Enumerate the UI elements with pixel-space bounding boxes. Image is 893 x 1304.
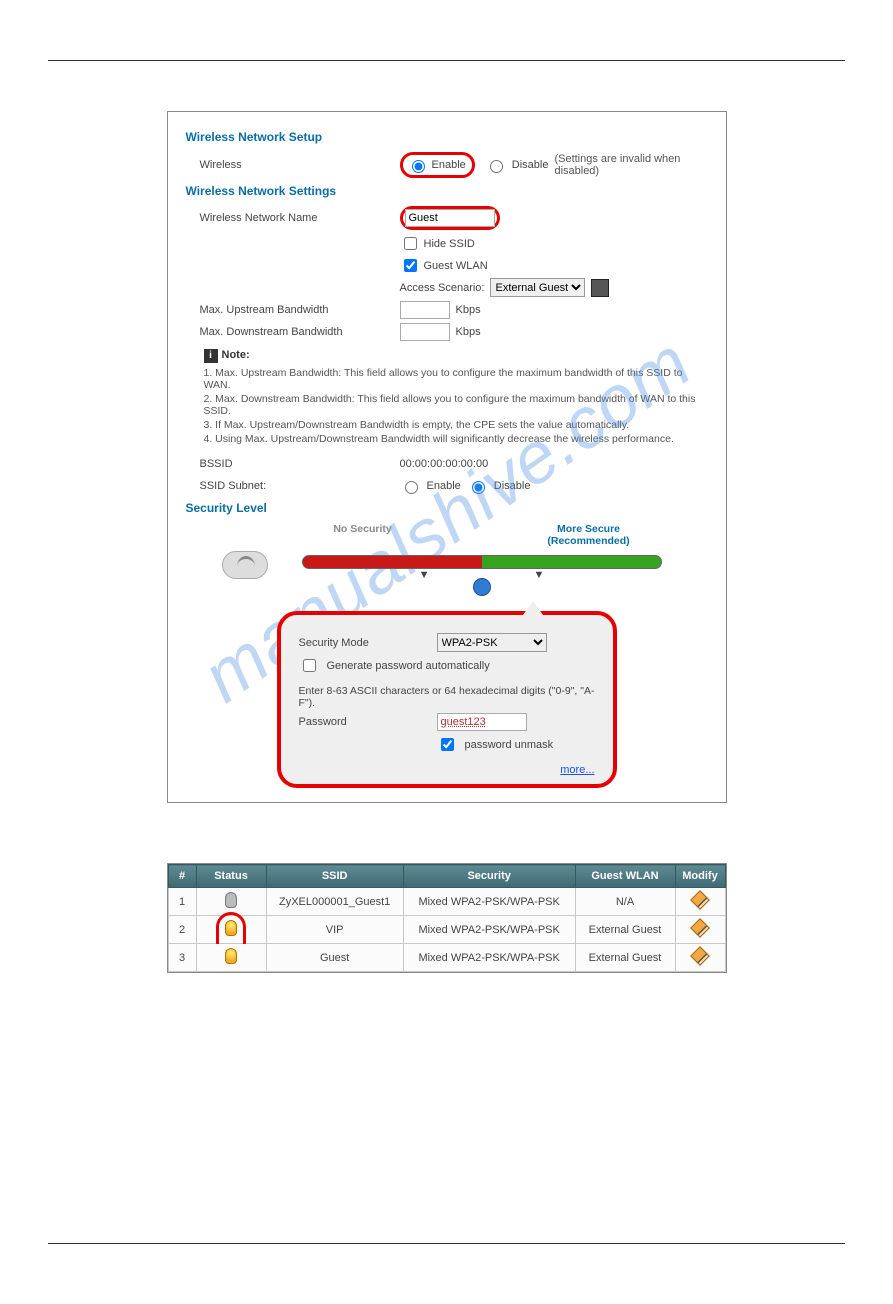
settings-title: Wireless Network Settings [186,184,708,198]
subnet-enable-label: Enable [427,480,461,492]
wifi-icon [222,551,268,579]
security-mode-select[interactable]: WPA2-PSK [437,633,547,652]
security-slider[interactable]: ▼ ▼ [302,555,662,587]
th-ssid: SSID [266,865,403,888]
ssid-table: # Status SSID Security Guest WLAN Modify… [168,864,726,972]
wireless-enable-radio[interactable] [412,160,425,173]
kbps-down: Kbps [456,326,481,338]
access-scenario-label: Access Scenario: [400,282,485,294]
table-row: 2 VIP Mixed WPA2-PSK/WPA-PSK External Gu… [168,916,725,944]
gen-password-checkbox[interactable] [303,659,316,672]
guest-wlan-checkbox[interactable] [404,259,417,272]
cell-security: Mixed WPA2-PSK/WPA-PSK [403,944,575,972]
ssid-name-input[interactable] [405,209,495,227]
hide-ssid-label: Hide SSID [424,238,475,250]
bssid-value: 00:00:00:00:00:00 [400,458,489,470]
max-down-label: Max. Downstream Bandwidth [200,326,400,338]
cell-ssid: ZyXEL000001_Guest1 [266,888,403,916]
subnet-enable-radio[interactable] [405,481,418,494]
edit-icon[interactable] [690,946,710,966]
wireless-config-panel: Wireless Network Setup Wireless Enable D… [167,111,727,803]
password-unmask-label: password unmask [465,739,554,751]
ssid-table-panel: # Status SSID Security Guest WLAN Modify… [167,863,727,973]
note-heading: iNote: [204,349,708,363]
cell-ssid: Guest [266,944,403,972]
cell-num: 3 [168,944,196,972]
hide-ssid-checkbox[interactable] [404,237,417,250]
cell-security: Mixed WPA2-PSK/WPA-PSK [403,888,575,916]
wireless-label: Wireless [200,159,400,171]
kbps-up: Kbps [456,304,481,316]
th-modify: Modify [675,865,725,888]
note-icon: i [204,349,218,363]
table-row: 1 ZyXEL000001_Guest1 Mixed WPA2-PSK/WPA-… [168,888,725,916]
enable-label: Enable [432,159,466,171]
cell-security: Mixed WPA2-PSK/WPA-PSK [403,916,575,944]
max-down-input[interactable] [400,323,450,341]
cell-guest: External Guest [575,916,675,944]
max-up-label: Max. Upstream Bandwidth [200,304,400,316]
th-status: Status [196,865,266,888]
guest-wlan-label: Guest WLAN [424,260,488,272]
table-row: 3 Guest Mixed WPA2-PSK/WPA-PSK External … [168,944,725,972]
password-input[interactable] [437,713,527,731]
password-hint: Enter 8-63 ASCII characters or 64 hexade… [299,685,595,709]
cell-num: 2 [168,916,196,944]
max-up-input[interactable] [400,301,450,319]
more-secure-label: More Secure [557,523,620,535]
bulb-icon [225,948,237,964]
password-label: Password [299,716,429,728]
subnet-disable-radio[interactable] [472,481,485,494]
no-security-label: No Security [333,523,391,547]
enable-highlight: Enable [400,152,475,178]
ssid-subnet-label: SSID Subnet: [200,480,400,492]
ssid-name-label: Wireless Network Name [200,212,400,224]
wireless-disable-radio[interactable] [490,160,503,173]
security-mode-label: Security Mode [299,637,429,649]
edit-icon[interactable] [690,918,710,938]
disable-label: Disable [512,159,549,171]
security-popup: Security Mode WPA2-PSK Generate password… [277,611,617,788]
password-unmask-checkbox[interactable] [441,738,454,751]
security-title: Security Level [186,501,708,515]
th-security: Security [403,865,575,888]
bssid-label: BSSID [200,458,400,470]
notes-list: 1. Max. Upstream Bandwidth: This field a… [204,367,708,445]
gen-password-label: Generate password automatically [327,660,490,672]
access-scenario-select[interactable]: External Guest [490,278,585,297]
recommended-label: (Recommended) [547,535,629,547]
host-icon[interactable] [591,279,609,297]
th-guest: Guest WLAN [575,865,675,888]
disable-hint: (Settings are invalid when disabled) [554,153,707,177]
slider-knob[interactable] [473,578,491,596]
more-link[interactable]: more... [560,764,594,776]
ssid-name-highlight [400,206,500,230]
edit-icon[interactable] [690,890,710,910]
subnet-disable-label: Disable [494,480,531,492]
cell-guest: N/A [575,888,675,916]
cell-ssid: VIP [266,916,403,944]
setup-title: Wireless Network Setup [186,130,708,144]
th-num: # [168,865,196,888]
cell-num: 1 [168,888,196,916]
cell-guest: External Guest [575,944,675,972]
bulb-icon [225,892,237,908]
